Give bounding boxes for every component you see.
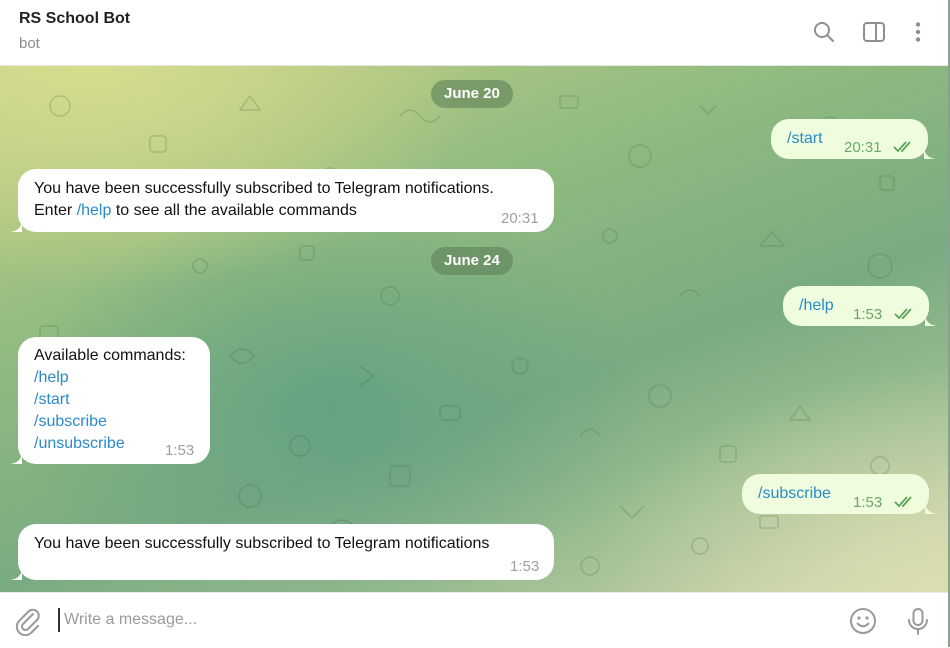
read-receipt-icon — [893, 141, 911, 153]
message-line: You have been successfully subscribed to… — [34, 180, 494, 197]
incoming-message[interactable]: You have been successfully subscribed to… — [18, 524, 554, 580]
message-line: to see all the available commands — [111, 202, 357, 219]
message-time: 1:53 — [853, 494, 883, 511]
attach-icon[interactable] — [13, 606, 43, 636]
outgoing-message[interactable]: /subscribe 1:53 — [742, 474, 929, 514]
more-vertical-icon[interactable] — [906, 20, 930, 44]
read-receipt-icon — [894, 308, 912, 320]
bubble-tail — [924, 149, 936, 159]
message-time: 20:31 — [501, 210, 539, 227]
command-link[interactable]: /help — [34, 367, 186, 389]
message-time: 1:53 — [853, 306, 883, 323]
message-composer — [0, 592, 948, 648]
incoming-message[interactable]: Available commands: /help /start /subscr… — [18, 337, 210, 464]
bubble-tail — [10, 454, 22, 464]
bubble-tail — [10, 222, 22, 232]
bubble-tail — [925, 504, 937, 514]
message-line: Enter — [34, 202, 77, 219]
message-input[interactable] — [58, 608, 824, 632]
chat-header: RS School Bot bot — [0, 0, 948, 66]
search-icon[interactable] — [812, 20, 836, 44]
date-separator: June 20 — [431, 80, 513, 108]
command-link[interactable]: /help — [77, 202, 112, 219]
chat-history[interactable]: June 20 /start 20:31 You have been succe… — [0, 66, 948, 592]
message-time: 1:53 — [510, 558, 540, 575]
bubble-tail — [925, 316, 937, 326]
message-text: You have been successfully subscribed to… — [34, 535, 490, 552]
bubble-tail — [10, 570, 22, 580]
message-text: You have been successfully subscribed to… — [34, 178, 494, 222]
message-text: Available commands: /help /start /subscr… — [34, 345, 186, 455]
incoming-message[interactable]: You have been successfully subscribed to… — [18, 169, 554, 232]
message-time: 20:31 — [844, 139, 882, 156]
message-text[interactable]: /help — [799, 295, 834, 317]
sidebar-toggle-icon[interactable] — [862, 20, 886, 44]
message-text[interactable]: /start — [787, 128, 823, 150]
chat-title[interactable]: RS School Bot — [19, 10, 130, 28]
command-link[interactable]: /subscribe — [34, 411, 186, 433]
outgoing-message[interactable]: /start 20:31 — [771, 119, 928, 159]
outgoing-message[interactable]: /help 1:53 — [783, 286, 929, 326]
message-line: Available commands: — [34, 347, 186, 364]
command-link[interactable]: /start — [34, 389, 186, 411]
message-text[interactable]: /subscribe — [758, 483, 831, 505]
chat-status: bot — [19, 35, 40, 52]
message-time: 1:53 — [165, 442, 195, 459]
command-link[interactable]: /unsubscribe — [34, 433, 186, 455]
date-separator: June 24 — [431, 247, 513, 275]
read-receipt-icon — [894, 496, 912, 508]
microphone-icon[interactable] — [903, 606, 933, 636]
emoji-icon[interactable] — [848, 606, 878, 636]
